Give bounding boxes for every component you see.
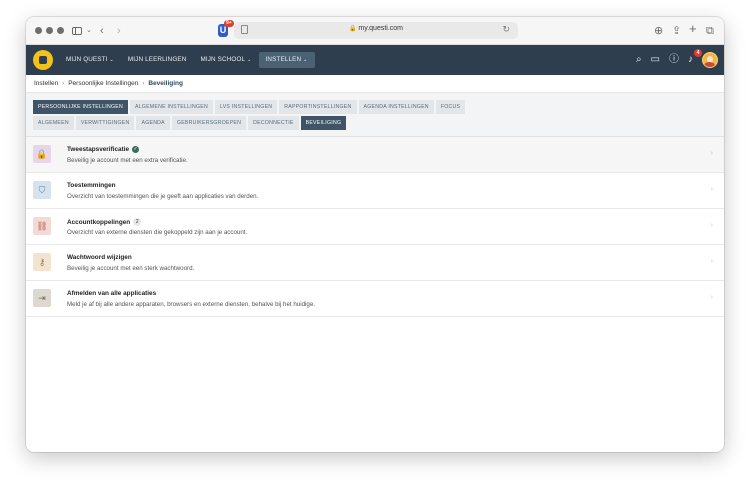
back-icon[interactable]: ‹ xyxy=(100,23,104,39)
key-icon: ⚷ xyxy=(33,253,51,271)
breadcrumb-persoonlijke-instellingen[interactable]: Persoonlijke Instellingen xyxy=(68,80,138,87)
tabs-primary: PERSOONLIJKE INSTELLINGEN ALGEMENE INSTEL… xyxy=(33,100,717,114)
nav-item-label: INSTELLEN xyxy=(265,56,302,63)
setting-title: Tweestapsverificatie xyxy=(67,146,130,153)
setting-description: Beveilig je account met een extra verifi… xyxy=(67,157,188,164)
window-controls xyxy=(35,27,64,34)
security-settings-list: 🔒 Tweestapsverificatie ✓ Beveilig je accoun… xyxy=(26,137,724,317)
chevron-down-icon: ⌄ xyxy=(109,57,114,63)
tab-groups-chevron-icon[interactable]: ⌄ xyxy=(86,23,92,39)
tab-persoonlijke-instellingen[interactable]: PERSOONLIJKE INSTELLINGEN xyxy=(33,100,128,114)
setting-password[interactable]: ⚷ Wachtwoord wijzigen Beveilig je account … xyxy=(26,245,724,281)
nav-item-label: MIJN SCHOOL xyxy=(200,56,246,63)
logout-icon: ⇥ xyxy=(33,289,51,307)
setting-account-links[interactable]: ⛓ Accountkoppelingen 2 Overzicht van extern… xyxy=(26,209,724,245)
tab-deconnectie[interactable]: DECONNECTIE xyxy=(248,116,299,130)
setting-description: Overzicht van toestemmingen die je geeft… xyxy=(67,193,259,200)
extension-badge: 9+ xyxy=(224,20,234,27)
zoom-window-button[interactable] xyxy=(57,27,64,34)
verified-check-icon: ✓ xyxy=(132,146,140,153)
forward-icon[interactable]: › xyxy=(117,23,121,39)
breadcrumb-instellen[interactable]: Instellen xyxy=(34,80,58,87)
breadcrumb-separator-icon: › xyxy=(142,80,145,87)
sidebar-toggle-icon[interactable] xyxy=(72,27,82,35)
tab-agenda-instellingen[interactable]: AGENDA INSTELLINGEN xyxy=(358,100,434,114)
minimize-window-button[interactable] xyxy=(46,27,53,34)
chevron-down-icon: ⌄ xyxy=(247,57,252,63)
reload-icon[interactable]: ↻ xyxy=(502,24,510,35)
nav-item-mijn-leerlingen[interactable]: MIJN LEERLINGEN xyxy=(121,52,194,68)
tab-beveiliging[interactable]: BEVEILIGING xyxy=(300,116,347,130)
setting-title-row: Accountkoppelingen 2 xyxy=(67,218,142,226)
main-menu: MIJN QUESTI ⌄ MIJN LEERLINGEN MIJN SCHOOL ⌄ I… xyxy=(59,45,315,75)
breadcrumb-separator-icon: › xyxy=(62,80,65,87)
tabs-secondary: ALGEMEEN VERWITTIGINGEN AGENDA GEBRUIKERSGR… xyxy=(33,116,717,130)
shield-icon: ⛉ xyxy=(33,181,51,199)
link-icon: ⛓ xyxy=(33,217,51,235)
setting-logout-all[interactable]: ⇥ Afmelden van alle applicaties Meld je af… xyxy=(26,281,724,317)
questi-logo[interactable] xyxy=(33,50,53,70)
chevron-down-icon: ⌄ xyxy=(303,57,308,63)
tab-rapportinstellingen[interactable]: RAPPORTINSTELLINGEN xyxy=(279,100,357,114)
tab-overview-icon[interactable]: ⧉ xyxy=(706,23,714,39)
navbar-actions: ⌕ ▭ ⓘ ♪ 4 xyxy=(636,45,718,75)
help-icon[interactable]: ⓘ xyxy=(669,54,679,66)
nav-item-mijn-school[interactable]: MIJN SCHOOL ⌄ xyxy=(193,52,258,68)
chevron-right-icon: › xyxy=(710,294,713,301)
address-bar[interactable]: 🔒 my.questi.com ↻ xyxy=(234,22,518,39)
settings-tabs: PERSOONLIJKE INSTELLINGEN ALGEMENE INSTEL… xyxy=(26,93,724,137)
messages-icon[interactable]: ▭ xyxy=(651,54,660,66)
tab-lvs-instellingen[interactable]: LVS INSTELLINGEN xyxy=(214,100,278,114)
setting-permissions[interactable]: ⛉ Toestemmingen Overzicht van toestemminge… xyxy=(26,173,724,209)
close-window-button[interactable] xyxy=(35,27,42,34)
setting-title: Accountkoppelingen xyxy=(67,218,131,226)
setting-title-row: Tweestapsverificatie ✓ xyxy=(67,146,140,153)
browser-window: ⌄ ‹ › U 9+ 🔒 my.questi.com ↻ ⊕ ⇪ + ⧉ MIJ… xyxy=(26,17,724,452)
tab-algemene-instellingen[interactable]: ALGEMENE INSTELLINGEN xyxy=(129,100,213,114)
nav-item-mijn-questi[interactable]: MIJN QUESTI ⌄ xyxy=(59,52,121,68)
url-text: my.questi.com xyxy=(358,25,404,32)
chevron-right-icon: › xyxy=(710,222,713,229)
tab-focus[interactable]: FOCUS xyxy=(435,100,466,114)
setting-description: Overzicht van externe diensten die gekop… xyxy=(67,229,248,236)
new-tab-icon[interactable]: + xyxy=(689,21,697,37)
downloads-icon[interactable]: ⊕ xyxy=(654,23,663,39)
share-icon[interactable]: ⇪ xyxy=(672,23,681,39)
setting-title: Afmelden van alle applicaties xyxy=(67,290,157,297)
tab-gebruikersgroepen[interactable]: GEBRUIKERSGROEPEN xyxy=(171,116,247,130)
nav-item-instellen[interactable]: INSTELLEN ⌄ xyxy=(258,52,315,68)
notification-count-badge: 4 xyxy=(694,49,702,57)
count-badge: 2 xyxy=(133,218,142,226)
tab-verwittigingen[interactable]: VERWITTIGINGEN xyxy=(75,116,135,130)
avatar[interactable] xyxy=(702,52,718,68)
notifications-icon[interactable]: ♪ 4 xyxy=(688,49,702,66)
app-navbar: MIJN QUESTI ⌄ MIJN LEERLINGEN MIJN SCHOOL ⌄ I… xyxy=(26,45,724,75)
chevron-right-icon: › xyxy=(710,150,713,157)
tab-algemeen[interactable]: ALGEMEEN xyxy=(33,116,74,130)
setting-description: Beveilig je account met een sterk wachtw… xyxy=(67,265,195,272)
setting-two-step[interactable]: 🔒 Tweestapsverificatie ✓ Beveilig je accoun… xyxy=(26,137,724,173)
setting-title: Toestemmingen xyxy=(67,182,116,189)
chevron-right-icon: › xyxy=(710,258,713,265)
search-icon[interactable]: ⌕ xyxy=(636,54,642,66)
lock-icon: 🔒 xyxy=(348,26,357,32)
breadcrumb: Instellen › Persoonlijke Instellingen › … xyxy=(26,75,724,93)
tab-agenda[interactable]: AGENDA xyxy=(136,116,170,130)
browser-toolbar: ⌄ ‹ › U 9+ 🔒 my.questi.com ↻ ⊕ ⇪ + ⧉ xyxy=(26,17,724,45)
nav-item-label: MIJN QUESTI xyxy=(66,56,108,63)
setting-title-row: Afmelden van alle applicaties xyxy=(67,290,156,297)
chevron-right-icon: › xyxy=(710,186,713,193)
lock-icon: 🔒 xyxy=(33,145,51,163)
breadcrumb-current: Beveiliging xyxy=(148,80,184,87)
setting-title: Wachtwoord wijzigen xyxy=(67,254,132,261)
setting-title-row: Wachtwoord wijzigen xyxy=(67,254,132,261)
nav-item-label: MIJN LEERLINGEN xyxy=(127,56,187,63)
setting-description: Meld je af bij alle andere apparaten, br… xyxy=(67,301,316,308)
setting-title-row: Toestemmingen xyxy=(67,182,116,189)
